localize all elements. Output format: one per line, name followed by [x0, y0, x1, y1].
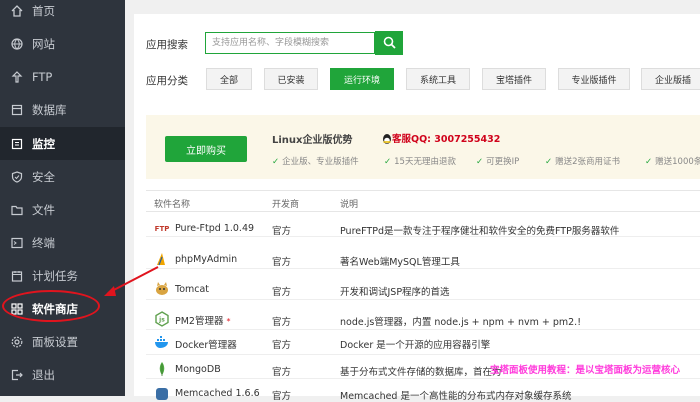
header-description: 说明 — [340, 200, 359, 210]
required-star: * — [226, 317, 231, 326]
sidebar-item-label: 面板设置 — [32, 334, 78, 349]
app-description: 基于分布式文件存储的数据库，首在为 — [340, 367, 502, 378]
globe-icon — [10, 37, 23, 50]
promo-feature: ✓ 15天无理由退款 — [384, 157, 456, 167]
check-icon: ✓ — [645, 157, 653, 167]
app-developer: 官方 — [272, 391, 292, 402]
app-description: PureFTPd是一款专注于程序健壮和软件安全的免费FTP服务器软件 — [340, 226, 620, 237]
app-description: 开发和调试JSP程序的首选 — [340, 287, 450, 298]
search-input[interactable]: 支持应用名称、字段模糊搜索 — [205, 32, 375, 54]
sidebar-item-label: 首页 — [32, 3, 55, 18]
table-header — [146, 190, 700, 212]
check-icon: ✓ — [545, 157, 553, 167]
buy-now-button[interactable]: 立即购买 — [165, 136, 247, 162]
category-system-tools[interactable]: 系统工具 — [406, 68, 470, 90]
category-label: 应用分类 — [146, 75, 188, 87]
search-icon — [383, 34, 396, 53]
app-description: 著名Web端MySQL管理工具 — [340, 257, 460, 268]
category-pro-plugins[interactable]: 专业版插件 — [558, 68, 630, 90]
sidebar-item-label: 终端 — [32, 235, 55, 250]
category-bt-plugins[interactable]: 宝塔插件 — [482, 68, 546, 90]
app-name: Memcached 1.6.6 — [175, 388, 260, 399]
sidebar-item-files[interactable]: 文件 — [0, 193, 125, 226]
memcached-icon — [154, 386, 170, 402]
annotation-arrow — [104, 266, 159, 296]
logout-icon — [10, 368, 23, 381]
category-enterprise-plugins[interactable]: 企业版插 — [641, 68, 700, 90]
annotation-circle — [2, 290, 100, 322]
svg-text:js: js — [158, 317, 165, 324]
app-description: Docker 是一个开源的应用容器引擎 — [340, 340, 491, 351]
sidebar-item-terminal[interactable]: 终端 — [0, 226, 125, 259]
app-name: Tomcat — [175, 284, 210, 295]
app-description: node.js管理器，内置 node.js + npm + nvm + pm2.… — [340, 317, 582, 328]
sidebar-item-home[interactable]: 首页 — [0, 0, 125, 27]
home-icon — [10, 4, 23, 17]
sidebar: 首页 网站 FTP 数据库 监控 安全 文件 终端 计划任务 软件商店 面板设置 — [0, 0, 125, 396]
folder-icon — [10, 203, 23, 216]
pure-ftpd-icon: FTP — [154, 225, 170, 233]
check-icon: ✓ — [384, 157, 392, 167]
ftp-icon — [10, 70, 23, 83]
app-name: MongoDB — [175, 364, 221, 375]
promo-feature: ✓ 赠送1000条 — [645, 157, 700, 167]
calendar-icon — [10, 269, 23, 282]
sidebar-item-website[interactable]: 网站 — [0, 27, 125, 60]
monitor-icon — [10, 137, 23, 150]
search-button[interactable] — [375, 31, 403, 55]
sidebar-item-panel-settings[interactable]: 面板设置 — [0, 325, 125, 358]
pm2-icon: js — [154, 311, 170, 327]
category-runtime[interactable]: 运行环境 — [330, 68, 394, 90]
promo-feature: ✓ 企业版、专业版插件 — [272, 157, 359, 167]
watermark-text: 宝塔面板使用教程：是以宝塔面板为运营核心 — [490, 365, 681, 376]
sidebar-item-database[interactable]: 数据库 — [0, 93, 125, 126]
app-developer: 官方 — [272, 367, 292, 378]
category-all[interactable]: 全部 — [206, 68, 252, 90]
app-name: Docker管理器 — [175, 340, 237, 351]
sidebar-item-security[interactable]: 安全 — [0, 160, 125, 193]
sidebar-item-label: 计划任务 — [32, 268, 78, 283]
app-developer: 官方 — [272, 257, 292, 268]
app-name: PM2管理器 * — [175, 316, 231, 327]
sidebar-item-label: 数据库 — [32, 102, 67, 117]
header-developer: 开发商 — [272, 200, 300, 210]
search-label: 应用搜索 — [146, 39, 188, 51]
app-developer: 官方 — [272, 287, 292, 298]
sidebar-item-label: 文件 — [32, 202, 55, 217]
shield-icon — [10, 170, 23, 183]
check-icon: ✓ — [272, 157, 280, 167]
app-name: phpMyAdmin — [175, 254, 238, 265]
settings-icon — [10, 335, 23, 348]
sidebar-item-label: FTP — [32, 69, 53, 84]
promo-feature: ✓ 赠送2张商用证书 — [545, 157, 621, 167]
header-name: 软件名称 — [154, 200, 191, 210]
sidebar-item-label: 网站 — [32, 36, 55, 51]
sidebar-item-ftp[interactable]: FTP — [0, 60, 125, 93]
database-icon — [10, 103, 23, 116]
app-name: Pure-Ftpd 1.0.49 — [175, 223, 255, 234]
sidebar-item-label: 退出 — [32, 367, 55, 382]
promo-title: Linux企业版优势 — [272, 135, 353, 146]
app-developer: 官方 — [272, 340, 292, 351]
qq-contact[interactable]: 客服QQ: 3007255432 — [392, 131, 500, 145]
sidebar-item-monitor[interactable]: 监控 — [0, 127, 125, 160]
app-developer: 官方 — [272, 226, 292, 237]
check-icon: ✓ — [476, 157, 484, 167]
sidebar-item-label: 安全 — [32, 169, 55, 184]
app-description: Memcached 是一个高性能的分布式内存对象缓存系统 — [340, 391, 572, 402]
sidebar-item-label: 监控 — [32, 136, 55, 151]
category-installed[interactable]: 已安装 — [264, 68, 318, 90]
promo-feature: ✓ 可更换IP — [476, 157, 520, 167]
terminal-icon — [10, 236, 23, 249]
mongodb-icon — [154, 361, 170, 377]
app-developer: 官方 — [272, 317, 292, 328]
docker-icon — [154, 334, 170, 350]
sidebar-item-logout[interactable]: 退出 — [0, 358, 125, 391]
